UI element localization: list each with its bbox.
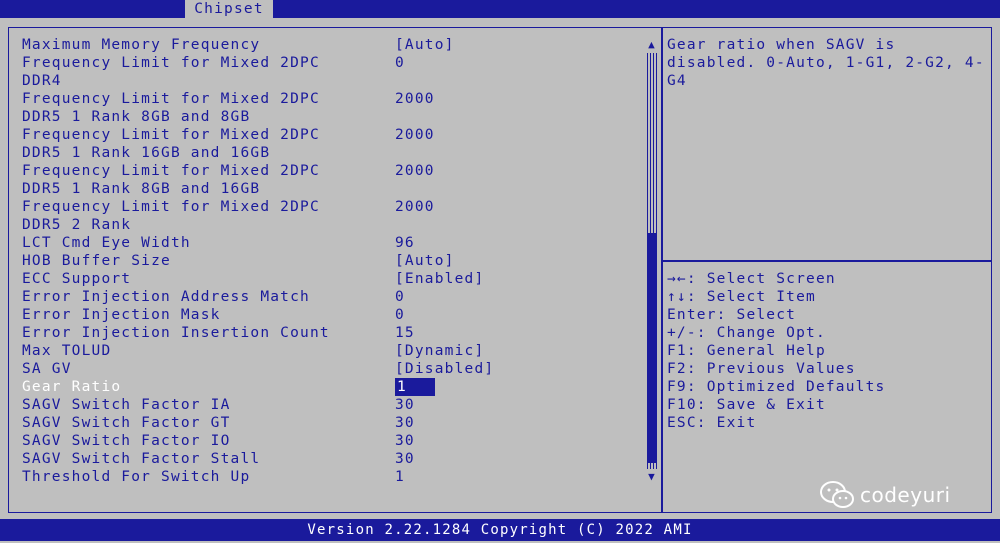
setting-value[interactable]: 0 <box>395 288 405 306</box>
setting-label: DDR5 2 Rank <box>22 217 132 233</box>
top-menu-bar <box>0 0 1000 18</box>
key-help-list: →←: Select Screen ↑↓: Select Item Enter:… <box>667 270 987 432</box>
setting-value[interactable]: 30 <box>395 414 415 432</box>
setting-value[interactable]: [Enabled] <box>395 270 484 288</box>
setting-value[interactable]: 96 <box>395 234 415 252</box>
setting-value[interactable]: 2000 <box>395 198 435 216</box>
setting-value[interactable]: 1 <box>395 378 435 396</box>
setting-value[interactable]: 30 <box>395 450 415 468</box>
key-help-item: F1: General Help <box>667 343 826 359</box>
setting-value[interactable]: [Auto] <box>395 252 455 270</box>
setting-label: HOB Buffer Size <box>22 253 171 269</box>
setting-value[interactable]: [Disabled] <box>395 360 494 378</box>
scrollbar[interactable]: ▲ ▼ <box>645 38 659 484</box>
scroll-up-arrow-icon[interactable]: ▲ <box>645 38 659 52</box>
setting-label: DDR5 1 Rank 8GB and 8GB <box>22 109 251 125</box>
setting-value[interactable]: 30 <box>395 396 415 414</box>
wechat-icon <box>820 481 854 508</box>
setting-label: Frequency Limit for Mixed 2DPC <box>22 127 320 143</box>
setting-value[interactable]: [Auto] <box>395 36 455 54</box>
setting-label: Maximum Memory Frequency <box>22 37 261 53</box>
scroll-down-arrow-icon[interactable]: ▼ <box>645 470 659 484</box>
key-help-item: F9: Optimized Defaults <box>667 379 886 395</box>
watermark-text: codeyuri <box>860 483 951 507</box>
setting-label: SA GV <box>22 361 72 377</box>
key-help-item: Enter: Select <box>667 307 797 323</box>
key-help-item: ESC: Exit <box>667 415 757 431</box>
setting-label: Frequency Limit for Mixed 2DPC <box>22 55 320 71</box>
setting-label: Frequency Limit for Mixed 2DPC <box>22 91 320 107</box>
setting-label: SAGV Switch Factor Stall <box>22 451 261 467</box>
panel-divider-vertical <box>661 28 663 512</box>
setting-label: Frequency Limit for Mixed 2DPC <box>22 199 320 215</box>
setting-label: SAGV Switch Factor GT <box>22 415 231 431</box>
setting-value[interactable]: 30 <box>395 432 415 450</box>
help-description: Gear ratio when SAGV is disabled. 0-Auto… <box>667 37 985 89</box>
setting-label: SAGV Switch Factor IO <box>22 433 231 449</box>
setting-value[interactable]: 2000 <box>395 126 435 144</box>
setting-label: Frequency Limit for Mixed 2DPC <box>22 163 320 179</box>
setting-label: SAGV Switch Factor IA <box>22 397 231 413</box>
setting-value[interactable]: 2000 <box>395 90 435 108</box>
key-help-item: ↑↓: Select Item <box>667 289 816 305</box>
setting-label: Error Injection Mask <box>22 307 221 323</box>
setting-label: DDR4 <box>22 73 62 89</box>
setting-value[interactable]: 2000 <box>395 162 435 180</box>
key-help-item: F2: Previous Values <box>667 361 856 377</box>
setting-label: ECC Support <box>22 271 132 287</box>
setting-value[interactable]: 15 <box>395 324 415 342</box>
setting-value[interactable]: 0 <box>395 306 405 324</box>
setting-value[interactable]: [Dynamic] <box>395 342 484 360</box>
setting-label: Max TOLUD <box>22 343 112 359</box>
setting-label: Gear Ratio <box>22 379 122 395</box>
setting-label: DDR5 1 Rank 8GB and 16GB <box>22 181 261 197</box>
key-help-item: →←: Select Screen <box>667 271 836 287</box>
setting-value[interactable]: 1 <box>395 468 405 486</box>
scroll-thumb[interactable] <box>647 233 657 463</box>
tab-chipset[interactable]: Chipset <box>185 0 273 18</box>
setting-label: DDR5 1 Rank 16GB and 16GB <box>22 145 271 161</box>
watermark: codeyuri <box>820 478 951 512</box>
setting-label: LCT Cmd Eye Width <box>22 235 191 251</box>
setting-value[interactable]: 0 <box>395 54 405 72</box>
setting-label: Error Injection Address Match <box>22 289 310 305</box>
key-help-item: F10: Save & Exit <box>667 397 826 413</box>
panel-divider-horizontal <box>663 260 991 262</box>
key-help-item: +/-: Change Opt. <box>667 325 826 341</box>
setting-label: Threshold For Switch Up <box>22 469 251 485</box>
footer-bar: Version 2.22.1284 Copyright (C) 2022 AMI <box>0 519 1000 541</box>
setting-label: Error Injection Insertion Count <box>22 325 330 341</box>
